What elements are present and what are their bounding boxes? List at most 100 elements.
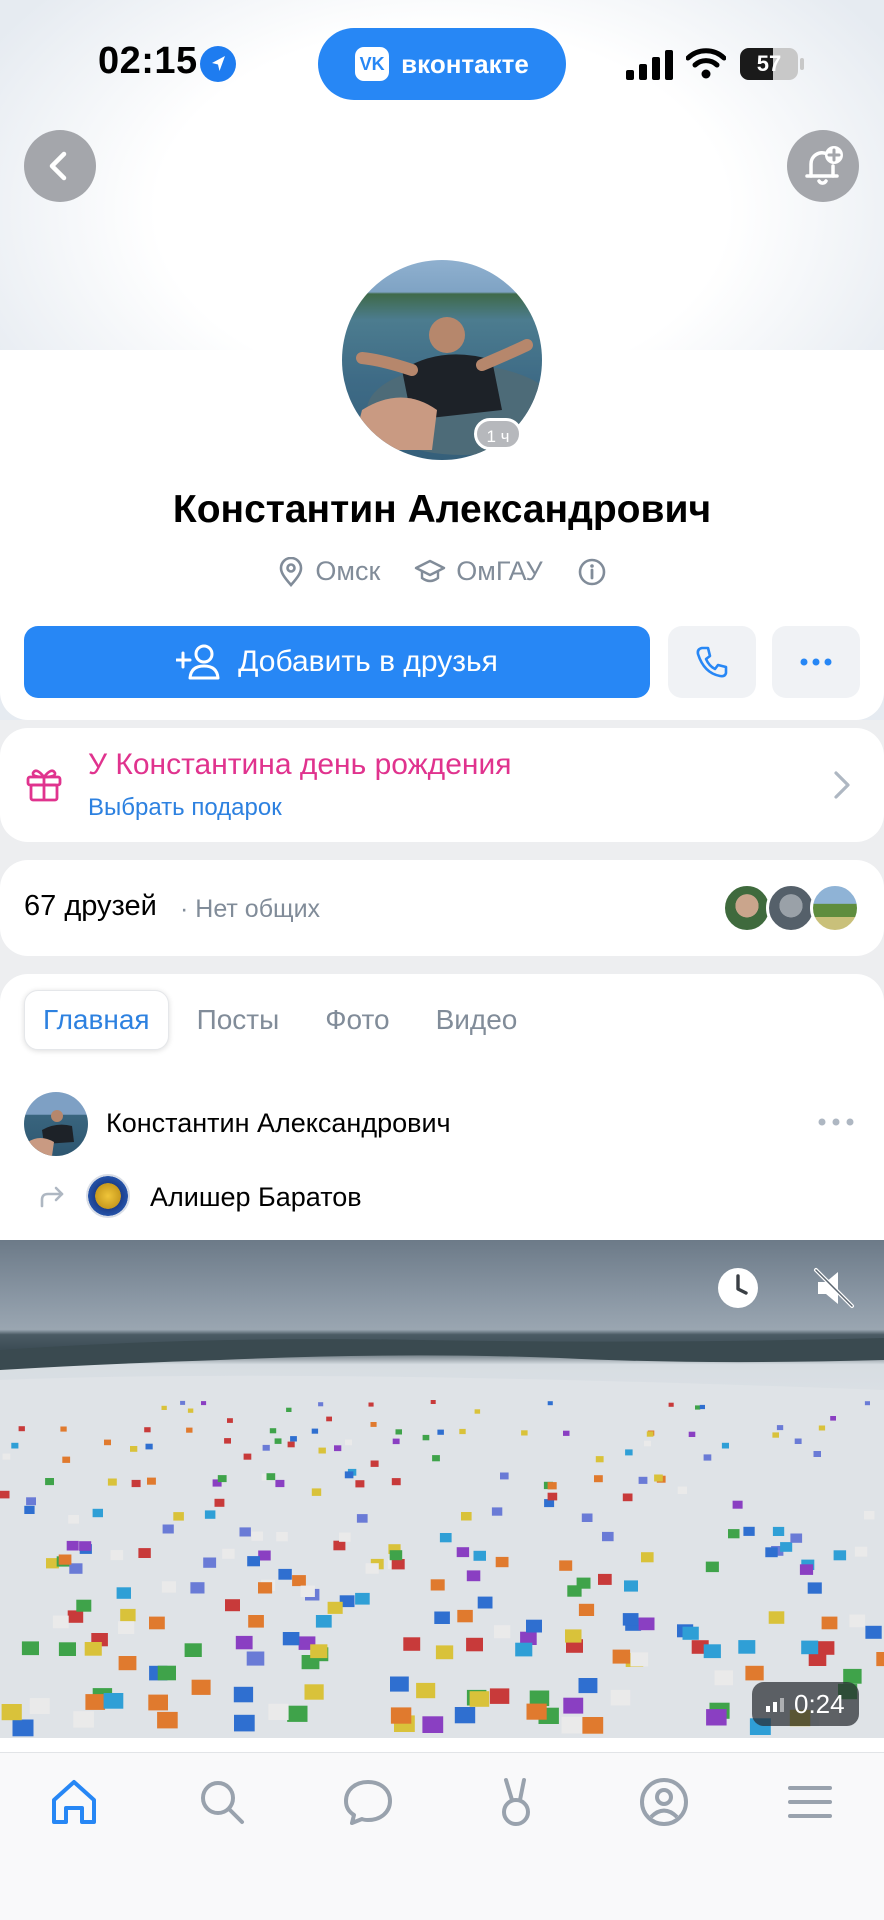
tent-mark [801, 1640, 819, 1655]
chevron-left-icon [49, 151, 67, 181]
tent-mark [830, 1416, 836, 1421]
tent-mark [45, 1478, 54, 1486]
battery-icon: 57 [740, 48, 804, 80]
tent-mark [391, 1478, 401, 1486]
tent-mark [85, 1694, 106, 1710]
tent-mark [201, 1401, 207, 1406]
post-video[interactable] [0, 1240, 884, 1738]
tent-mark [602, 1531, 614, 1542]
tent-mark [344, 1471, 354, 1479]
call-button[interactable] [668, 626, 756, 698]
tent-mark [203, 1557, 217, 1568]
tent-mark [466, 1637, 483, 1652]
choose-gift-link[interactable]: Выбрать подарок [88, 794, 282, 822]
repost-source-name[interactable]: Алишер Баратов [150, 1182, 362, 1213]
tent-mark [11, 1442, 19, 1449]
tent-mark [334, 1445, 342, 1452]
tent-mark [390, 1707, 412, 1724]
tent-mark [116, 1587, 131, 1599]
tent-mark [190, 1582, 205, 1594]
tent-mark [780, 1542, 793, 1552]
add-friend-button[interactable]: Добавить в друзья [24, 626, 650, 698]
clips-icon[interactable] [488, 1774, 544, 1830]
tent-mark [477, 1596, 493, 1609]
tent-mark [84, 1642, 102, 1656]
tent-mark [547, 1482, 557, 1490]
tent-mark [705, 1561, 719, 1573]
profile-icon[interactable] [636, 1774, 692, 1830]
tent-mark [60, 1426, 67, 1432]
tent-mark [318, 1402, 324, 1407]
tent-mark [24, 1505, 35, 1514]
back-button[interactable] [24, 130, 96, 202]
tent-mark [392, 1438, 400, 1445]
tent-mark [732, 1500, 743, 1509]
tent-mark [217, 1475, 227, 1483]
tent-mark [563, 1430, 570, 1436]
post-more-icon[interactable] [816, 1112, 856, 1132]
tent-mark [311, 1428, 319, 1434]
tent-mark [161, 1405, 167, 1410]
tent-mark [622, 1613, 639, 1626]
tab-1[interactable]: Посты [179, 990, 298, 1050]
tent-mark [12, 1719, 34, 1737]
profile-university: ОмГАУ [414, 556, 543, 587]
tent-mark [173, 1512, 184, 1521]
app-pill[interactable]: VK вконтакте [318, 28, 566, 100]
birthday-card[interactable] [0, 728, 884, 842]
search-icon[interactable] [194, 1774, 250, 1830]
tent-mark [365, 1563, 379, 1574]
tent-mark [26, 1497, 36, 1506]
friend-avatar [810, 883, 860, 933]
repost-source-avatar[interactable] [86, 1174, 130, 1218]
tent-mark [235, 1635, 253, 1650]
mute-icon[interactable] [810, 1264, 858, 1312]
tent-mark [191, 1679, 211, 1695]
tent-mark [454, 1707, 476, 1724]
chevron-right-icon [834, 771, 850, 799]
tent-mark [269, 1428, 277, 1434]
more-actions-button[interactable] [772, 626, 860, 698]
add-friend-label: Добавить в друзья [238, 645, 498, 678]
tent-mark [149, 1616, 165, 1630]
tent-mark [258, 1582, 273, 1594]
tent-mark [21, 1641, 39, 1656]
tent-mark [356, 1514, 368, 1523]
tent-mark [578, 1678, 598, 1694]
info-icon[interactable] [577, 557, 607, 587]
messages-icon[interactable] [340, 1774, 396, 1830]
tent-mark [682, 1626, 699, 1640]
tent-mark [339, 1532, 351, 1542]
profile-page: 02:15 VK вконтакте 57 1 ч Константин Але… [0, 0, 884, 1920]
menu-icon[interactable] [782, 1774, 838, 1830]
tent-mark [422, 1716, 444, 1733]
tent-mark [547, 1401, 553, 1406]
tent-mark [772, 1432, 779, 1438]
tent-mark [130, 1446, 138, 1452]
tab-3[interactable]: Видео [418, 990, 536, 1050]
post-author-name[interactable]: Константин Александрович [106, 1108, 451, 1139]
tent-mark [355, 1592, 370, 1605]
post-author-avatar[interactable] [24, 1092, 88, 1156]
tent-mark [772, 1526, 785, 1536]
tent-mark [157, 1665, 176, 1681]
wifi-icon [686, 48, 726, 79]
tent-mark [345, 1439, 352, 1446]
tab-2[interactable]: Фото [307, 990, 407, 1050]
home-icon[interactable] [46, 1774, 102, 1830]
tent-mark [432, 1455, 440, 1462]
tent-mark [58, 1554, 72, 1565]
tent-mark [489, 1688, 510, 1704]
tab-0[interactable]: Главная [24, 990, 169, 1050]
video-frame [0, 1338, 884, 1738]
tent-mark [439, 1533, 452, 1543]
tent-mark [184, 1643, 202, 1657]
tent-mark [304, 1684, 324, 1700]
watch-later-icon[interactable] [714, 1264, 762, 1312]
subscribe-notifications-button[interactable] [787, 130, 859, 202]
tent-mark [58, 1642, 76, 1656]
tent-mark [266, 1473, 276, 1481]
tent-mark [104, 1439, 111, 1446]
tent-mark [625, 1449, 633, 1456]
tent-mark [610, 1689, 631, 1706]
